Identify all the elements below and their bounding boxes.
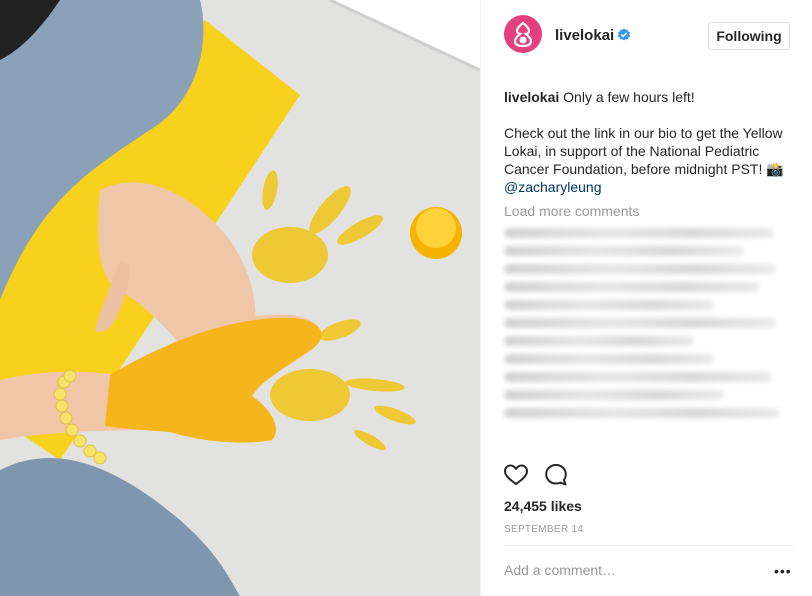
avatar[interactable] — [504, 15, 542, 53]
divider — [504, 545, 794, 546]
blurred-comment — [504, 264, 776, 274]
blurred-comment — [504, 318, 776, 328]
post-side-panel: livelokai Following livelokai Only a few… — [480, 0, 812, 596]
blurred-comment — [504, 282, 759, 292]
heart-icon[interactable] — [503, 462, 529, 488]
username[interactable]: livelokai — [555, 27, 614, 44]
blurred-comment — [504, 246, 744, 256]
caption: livelokai Only a few hours left! Check o… — [504, 88, 794, 196]
post-photo[interactable] — [0, 0, 480, 596]
blurred-comment — [504, 300, 714, 310]
caption-username[interactable]: livelokai — [504, 89, 559, 105]
blurred-comment — [504, 354, 714, 364]
caption-line1: Only a few hours left! — [563, 89, 695, 105]
add-comment-input[interactable]: Add a comment… — [504, 562, 616, 578]
likes-count[interactable]: 24,455 likes — [504, 498, 582, 514]
blurred-comment — [504, 372, 772, 382]
verified-badge-icon — [618, 28, 630, 41]
blurred-comments — [504, 228, 794, 418]
more-options-button[interactable]: ••• — [774, 563, 792, 579]
photo-illustration — [0, 0, 480, 596]
blurred-comment — [504, 390, 724, 400]
load-more-comments[interactable]: Load more comments — [504, 202, 794, 220]
blurred-comment — [504, 336, 694, 346]
lokai-logo-icon — [513, 21, 533, 48]
post-date: SEPTEMBER 14 — [504, 524, 584, 535]
caption-body: Check out the link in our bio to get the… — [504, 125, 784, 177]
post-header: livelokai Following — [481, 0, 812, 72]
comments-section: livelokai Only a few hours left! Check o… — [504, 88, 794, 426]
blurred-comment — [504, 408, 780, 418]
following-button[interactable]: Following — [708, 22, 790, 50]
caption-mention[interactable]: @zacharyleung — [504, 179, 602, 195]
instagram-post: livelokai Following livelokai Only a few… — [0, 0, 812, 596]
comment-bubble-icon[interactable] — [543, 462, 569, 488]
blurred-comment — [504, 228, 774, 238]
